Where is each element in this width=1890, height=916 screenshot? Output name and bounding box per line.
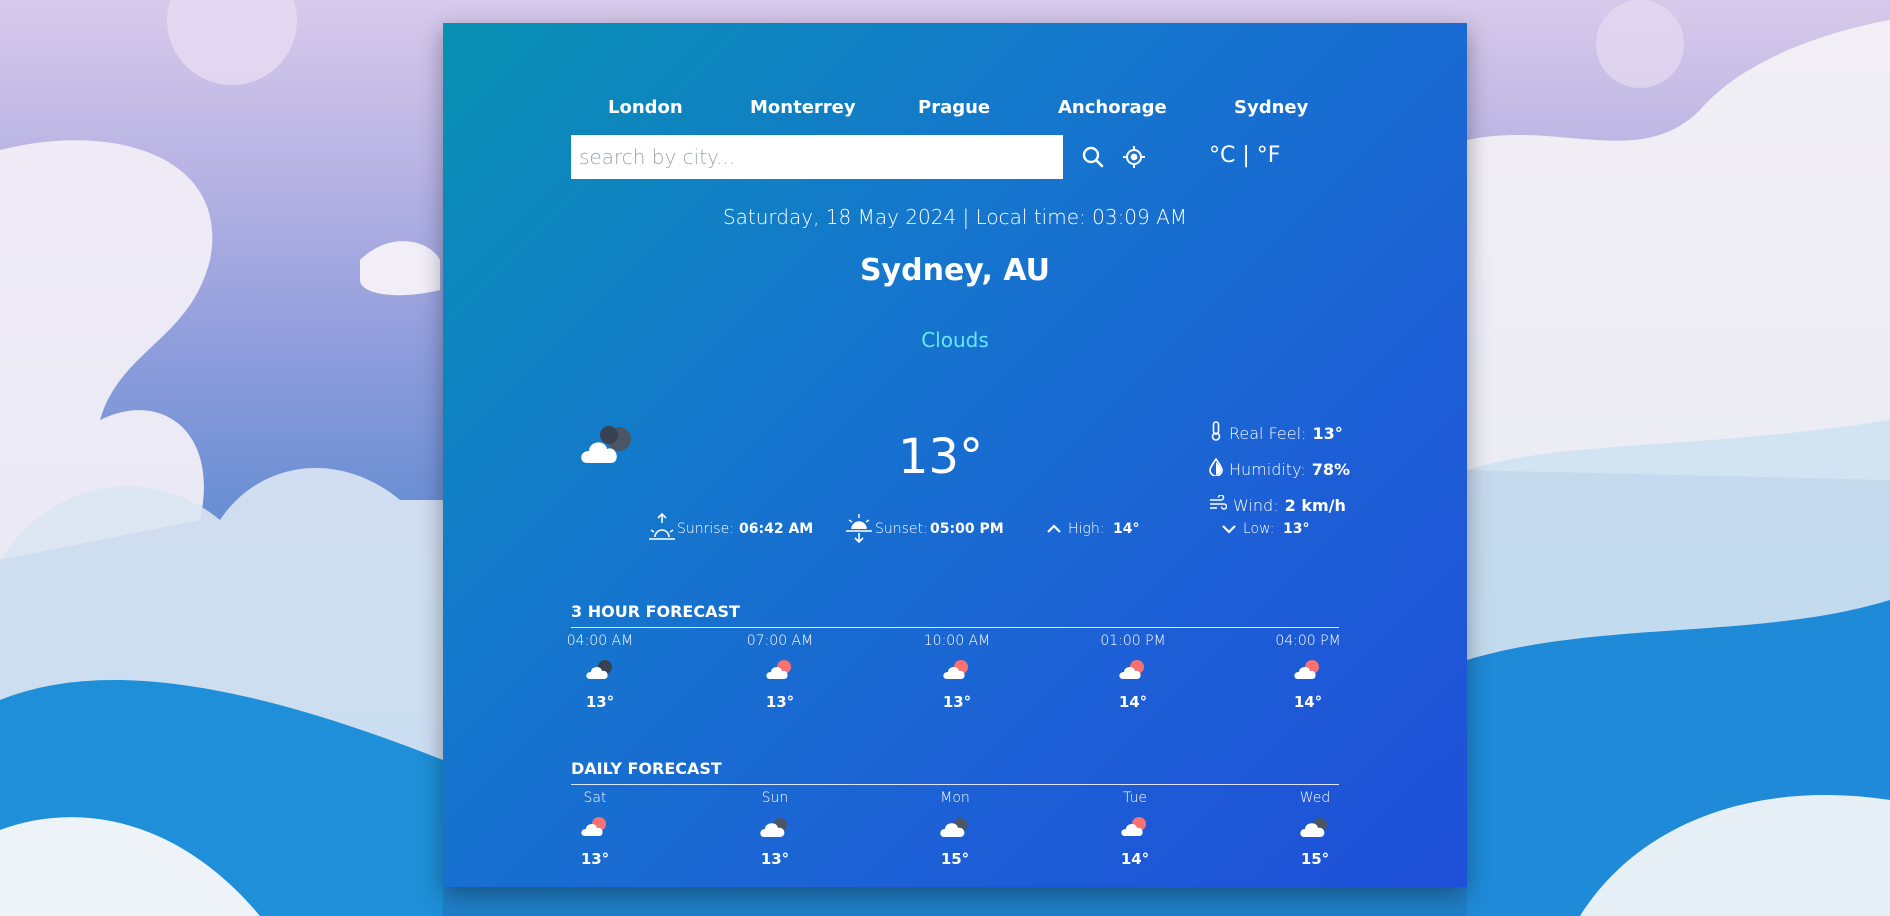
partly-cloudy-icon <box>1118 657 1148 683</box>
city-link-london[interactable]: London <box>608 97 683 118</box>
real-feel-value: 13° <box>1312 423 1343 443</box>
sunrise-value: 06:42 AM <box>739 521 814 537</box>
partly-cloudy-icon <box>1293 657 1323 683</box>
unit-separator: | <box>1242 143 1250 168</box>
daily-divider <box>571 784 1339 785</box>
hourly-item: 01:00 PM 14° <box>1073 633 1193 711</box>
hourly-forecast-title: 3 HOUR FORECAST <box>571 602 740 621</box>
city-link-anchorage[interactable]: Anchorage <box>1058 97 1167 118</box>
cloudy-icon <box>760 814 790 840</box>
partly-cloudy-icon <box>580 814 610 840</box>
high-value: 14° <box>1113 521 1140 537</box>
sun-row: Sunrise: 06:42 AM Sunset: 05:00 PM High:… <box>648 512 1468 544</box>
humidity-row: Humidity: 78% <box>1209 451 1350 487</box>
daily-day: Tue <box>1123 790 1147 806</box>
hourly-temp: 13° <box>765 693 795 711</box>
hourly-time: 10:00 AM <box>923 633 991 649</box>
daily-day: Mon <box>940 790 970 806</box>
wind-value: 2 km/h <box>1284 495 1346 515</box>
daily-day: Sun <box>761 790 789 806</box>
unit-toggle: °C | °F <box>1209 143 1280 168</box>
daily-temp: 14° <box>1120 850 1150 868</box>
humidity-label: Humidity: <box>1229 459 1306 479</box>
sunrise-icon <box>648 512 676 547</box>
search-input[interactable] <box>571 135 1063 179</box>
hourly-item: 04:00 AM 13° <box>540 633 660 711</box>
humidity-value: 78% <box>1311 459 1351 479</box>
hourly-temp: 13° <box>585 693 615 711</box>
local-datetime: Saturday, 18 May 2024 | Local time: 03:0… <box>722 205 1188 229</box>
humidity-drop-icon <box>1209 457 1223 480</box>
hourly-time: 01:00 PM <box>1100 633 1166 649</box>
daily-item: Sat 13° <box>535 790 655 868</box>
daily-item: Tue 14° <box>1075 790 1195 868</box>
sunrise-label: Sunrise: <box>677 521 734 537</box>
real-feel-label: Real Feel: <box>1229 423 1307 443</box>
weather-card: London Monterrey Prague Anchorage Sydney… <box>443 23 1467 887</box>
cloudy-icon <box>940 814 970 840</box>
cloudy-icon <box>579 421 641 467</box>
real-feel-row: Real Feel: 13° <box>1209 415 1350 451</box>
city-link-prague[interactable]: Prague <box>918 97 990 118</box>
cloudy-night-icon <box>585 657 615 683</box>
daily-temp: 15° <box>1300 850 1330 868</box>
partly-cloudy-icon <box>942 657 972 683</box>
hourly-time: 04:00 AM <box>566 633 634 649</box>
daily-item: Mon 15° <box>895 790 1015 868</box>
location-icon[interactable] <box>1122 145 1146 169</box>
daily-day: Wed <box>1299 790 1331 806</box>
low-value: 13° <box>1283 521 1310 537</box>
chevron-up-icon <box>1046 521 1062 540</box>
search-icon[interactable] <box>1081 145 1105 169</box>
thermometer-icon <box>1209 421 1223 445</box>
hourly-item: 10:00 AM 13° <box>897 633 1017 711</box>
daily-temp: 15° <box>940 850 970 868</box>
city-link-sydney[interactable]: Sydney <box>1234 97 1308 118</box>
daily-temp: 13° <box>580 850 610 868</box>
hourly-time: 04:00 PM <box>1275 633 1341 649</box>
weather-details: Real Feel: 13° Humidity: 78% Wind: 2 km/… <box>1209 415 1350 523</box>
hourly-item: 07:00 AM 13° <box>720 633 840 711</box>
daily-forecast-title: DAILY FORECAST <box>571 759 722 778</box>
hourly-temp: 14° <box>1293 693 1323 711</box>
wind-icon <box>1209 494 1228 515</box>
sunset-label: Sunset: <box>875 521 928 537</box>
daily-item: Sun 13° <box>715 790 835 868</box>
hourly-item: 04:00 PM 14° <box>1248 633 1368 711</box>
celsius-button[interactable]: °C <box>1209 143 1235 168</box>
current-temperature: 13° <box>898 429 984 485</box>
hourly-time: 07:00 AM <box>746 633 814 649</box>
high-label: High: <box>1068 521 1105 537</box>
hourly-divider <box>571 627 1339 628</box>
city-nav: London Monterrey Prague Anchorage Sydney <box>443 97 1467 127</box>
daily-day: Sat <box>583 790 607 806</box>
sunset-value: 05:00 PM <box>930 521 1004 537</box>
low-label: Low: <box>1243 521 1275 537</box>
location-title: Sydney, AU <box>859 253 1051 288</box>
wind-label: Wind: <box>1233 495 1279 515</box>
partly-cloudy-icon <box>1120 814 1150 840</box>
hourly-temp: 14° <box>1118 693 1148 711</box>
partly-cloudy-icon <box>765 657 795 683</box>
fahrenheit-button[interactable]: °F <box>1257 143 1281 168</box>
daily-temp: 13° <box>760 850 790 868</box>
city-link-monterrey[interactable]: Monterrey <box>750 97 856 118</box>
hourly-temp: 13° <box>942 693 972 711</box>
weather-condition: Clouds <box>921 328 989 352</box>
cloudy-icon <box>1300 814 1330 840</box>
sunset-icon <box>845 513 873 547</box>
daily-item: Wed 15° <box>1255 790 1375 868</box>
chevron-down-icon <box>1221 521 1237 540</box>
